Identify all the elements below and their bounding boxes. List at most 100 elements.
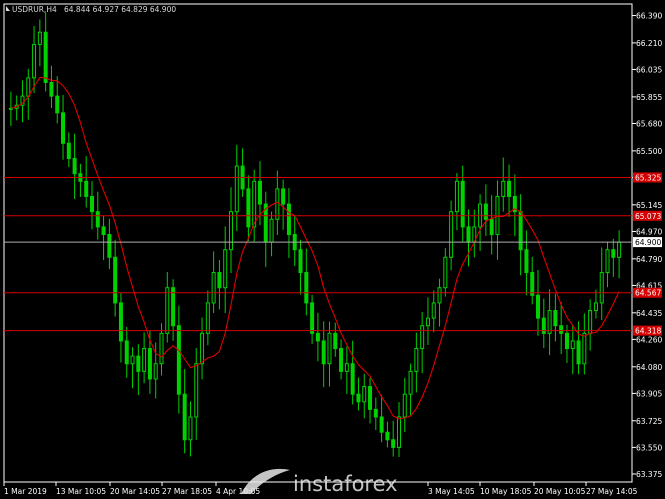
y-tick-label: 63.905 bbox=[636, 389, 662, 398]
candle-body bbox=[194, 363, 199, 418]
candle-body bbox=[553, 310, 558, 327]
candle-body bbox=[49, 81, 54, 97]
candle-body bbox=[483, 203, 488, 220]
candle-body bbox=[564, 332, 569, 350]
candle-body bbox=[124, 340, 129, 365]
candle-body bbox=[223, 249, 228, 289]
candle-body bbox=[130, 355, 135, 365]
candle-body bbox=[257, 180, 262, 205]
plot-frame bbox=[3, 3, 633, 483]
level-label: 65.325 bbox=[635, 173, 661, 182]
candle-body bbox=[449, 211, 454, 258]
candle-body bbox=[576, 340, 581, 365]
candle-body bbox=[304, 272, 309, 304]
candle-body bbox=[252, 180, 257, 228]
candle-body bbox=[188, 416, 193, 441]
candle-body bbox=[153, 363, 158, 380]
x-tick-label: 13 Mar 10:05 bbox=[56, 487, 106, 496]
candle-body bbox=[321, 340, 326, 365]
candle-body bbox=[489, 218, 494, 235]
moving-average-line bbox=[10, 76, 620, 420]
ohlc-readout: 64.844 64.927 64.829 64.900 bbox=[64, 5, 176, 14]
price-chart[interactable]: 66.390 66.210 66.035 65.855 65.680 65.500 65.3… bbox=[0, 0, 665, 499]
candle-body bbox=[391, 439, 396, 448]
candle-body bbox=[147, 348, 152, 380]
candle-body bbox=[524, 249, 529, 274]
candle-body bbox=[113, 256, 118, 304]
candle-body bbox=[333, 332, 338, 350]
candle-body bbox=[310, 302, 315, 334]
candle-body bbox=[165, 287, 170, 334]
candle-body bbox=[420, 325, 425, 350]
candle-body bbox=[205, 302, 210, 334]
candle-body bbox=[275, 188, 280, 220]
candle-body bbox=[118, 302, 123, 342]
candle-body bbox=[611, 249, 616, 258]
candle-body bbox=[344, 363, 349, 372]
candle-body bbox=[298, 249, 303, 274]
candle-body bbox=[43, 31, 48, 83]
candle-body bbox=[617, 241, 622, 258]
candle-body bbox=[159, 332, 164, 365]
y-tick-label: 65.145 bbox=[636, 201, 662, 210]
candle-body bbox=[182, 393, 187, 441]
candle-body bbox=[605, 249, 610, 274]
candle-body bbox=[200, 332, 205, 365]
candle-body bbox=[402, 393, 407, 418]
candle-body bbox=[246, 188, 251, 228]
candle-body bbox=[408, 370, 413, 395]
y-tick-label: 65.680 bbox=[636, 119, 662, 128]
candle-body bbox=[72, 157, 77, 175]
candle-body bbox=[518, 211, 523, 251]
x-tick-label: 1 Mar 2019 bbox=[4, 487, 47, 496]
candle-body bbox=[356, 393, 361, 403]
candle-body bbox=[431, 302, 436, 319]
candle-body bbox=[530, 272, 535, 296]
candle-body bbox=[315, 332, 320, 342]
y-tick-label: 64.790 bbox=[636, 255, 662, 264]
candle-body bbox=[26, 77, 31, 97]
level-label: 64.567 bbox=[635, 289, 661, 298]
y-tick-label: 66.210 bbox=[636, 39, 662, 48]
level-label: 64.318 bbox=[635, 327, 661, 336]
y-tick-label: 66.390 bbox=[636, 12, 662, 21]
y-tick-label: 65.500 bbox=[636, 147, 662, 156]
candle-body bbox=[89, 195, 94, 213]
candle-body bbox=[32, 43, 37, 79]
candle-body bbox=[84, 180, 89, 197]
y-tick-label: 64.260 bbox=[636, 335, 662, 344]
candle-body bbox=[536, 294, 541, 319]
symbol-menu-icon[interactable] bbox=[6, 6, 10, 11]
candle-body bbox=[55, 95, 60, 114]
candle-body bbox=[269, 218, 274, 243]
candle-body bbox=[234, 165, 239, 213]
candle-body bbox=[229, 211, 234, 251]
candle-body bbox=[107, 233, 112, 258]
candle-body bbox=[95, 211, 100, 228]
y-tick-label: 65.855 bbox=[636, 93, 662, 102]
x-tick-label: 20 Mar 14:05 bbox=[110, 487, 160, 496]
candle-body bbox=[460, 180, 465, 228]
current-price-label: 64.900 bbox=[635, 238, 661, 247]
x-tick-label: 27 May 14:05 bbox=[586, 487, 638, 496]
y-tick-label: 63.550 bbox=[636, 443, 662, 452]
x-tick-label: 3 May 14:05 bbox=[428, 487, 475, 496]
candle-body bbox=[350, 363, 355, 395]
candle-body bbox=[593, 302, 598, 312]
x-tick-label: 10 May 18:05 bbox=[480, 487, 532, 496]
candle-body bbox=[327, 332, 332, 365]
candle-body bbox=[501, 180, 506, 197]
candle-body bbox=[443, 256, 448, 289]
candle-body bbox=[286, 203, 291, 235]
candle-body bbox=[379, 416, 384, 433]
candle-body bbox=[466, 226, 471, 243]
candle-body bbox=[396, 416, 401, 448]
level-label: 65.073 bbox=[635, 212, 661, 221]
candle-body bbox=[437, 287, 442, 304]
candle-body bbox=[368, 386, 373, 410]
candle-body bbox=[588, 310, 593, 334]
candle-body bbox=[37, 31, 42, 45]
watermark-text: instaforex bbox=[293, 472, 398, 496]
y-tick-label: 64.970 bbox=[636, 227, 662, 236]
candle-body bbox=[61, 112, 66, 144]
